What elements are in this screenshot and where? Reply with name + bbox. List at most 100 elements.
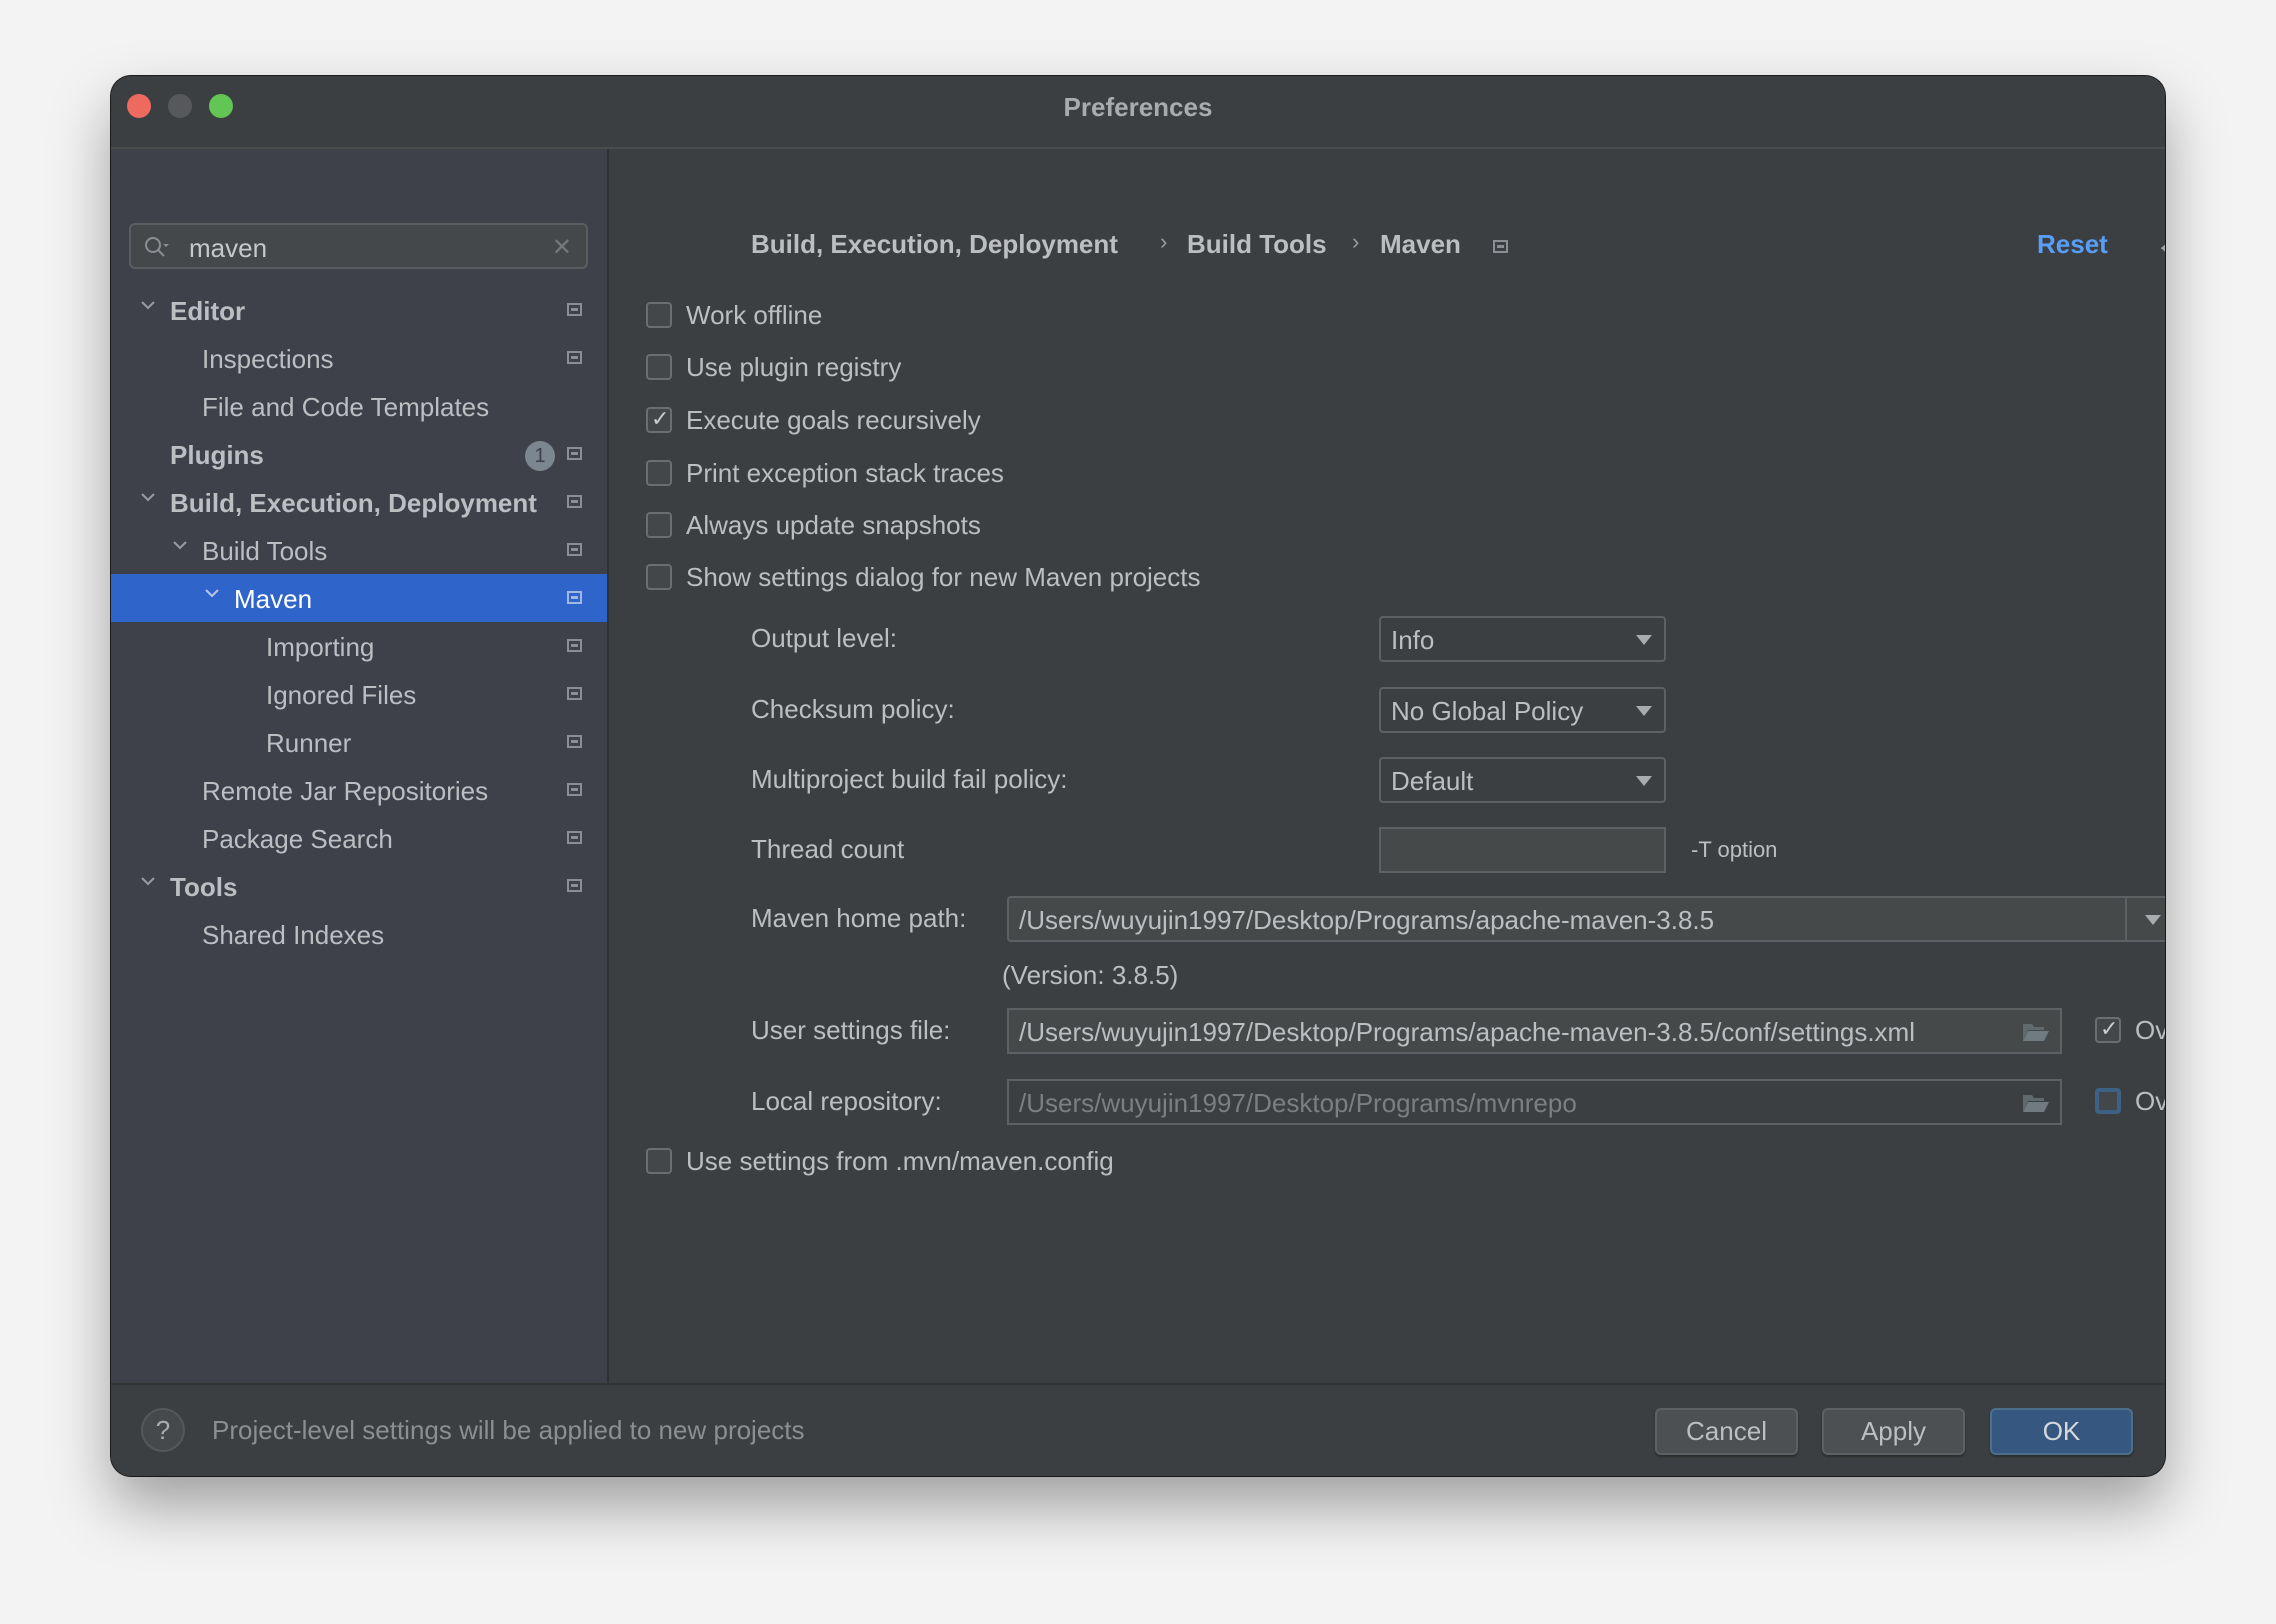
tree-item-label: Ignored Files <box>266 680 417 710</box>
tree-item-plugins[interactable]: Plugins 1 <box>111 430 607 478</box>
tree-item-label: Editor <box>170 296 246 326</box>
tree-item-editor[interactable]: Editor <box>111 286 607 334</box>
tree-item-label: Runner <box>266 728 352 758</box>
tree-item-label: Maven <box>234 584 313 614</box>
ok-button[interactable]: OK <box>1990 1408 2133 1455</box>
output-level-label: Output level: <box>751 623 897 653</box>
thread-count-label: Thread count <box>751 834 905 864</box>
chevron-down-icon[interactable] <box>138 295 158 315</box>
project-settings-icon <box>567 639 582 652</box>
tree-item-label: Shared Indexes <box>202 920 385 950</box>
dropdown-arrow-icon <box>1636 706 1652 716</box>
breadcrumb-maven: Maven <box>1380 229 1461 259</box>
checkbox-checked[interactable] <box>646 406 672 433</box>
search-icon <box>145 237 169 257</box>
local-repository-input[interactable]: /Users/wuyujin1997/Desktop/Programs/mvnr… <box>1007 1079 2062 1125</box>
plugins-update-badge: 1 <box>525 441 555 471</box>
clear-search-icon[interactable]: ✕ <box>552 233 572 262</box>
select-value: Default <box>1391 766 1474 796</box>
tree-item-label: Plugins <box>170 440 264 470</box>
project-settings-icon <box>567 351 582 364</box>
output-level-select[interactable]: Info <box>1379 616 1666 662</box>
tree-item-label: Tools <box>170 872 238 902</box>
breadcrumb-build-tools[interactable]: Build Tools <box>1187 229 1327 260</box>
maven-home-path-label: Maven home path: <box>751 903 967 933</box>
tree-item-runner[interactable]: Runner <box>111 718 607 766</box>
folder-icon[interactable] <box>2022 1022 2050 1042</box>
checkbox[interactable] <box>646 1148 672 1174</box>
back-arrow-icon[interactable]: ← <box>2155 227 2165 261</box>
project-settings-icon <box>567 735 582 748</box>
chevron-down-icon[interactable] <box>138 487 158 507</box>
tree-item-label: Package Search <box>202 824 393 854</box>
preferences-window: Preferences maven ✕ Editor Inspections F… <box>111 76 2165 1476</box>
maven-home-path-select[interactable]: /Users/wuyujin1997/Desktop/Programs/apac… <box>1007 896 2165 942</box>
window-title: Preferences <box>1063 92 1213 122</box>
checkbox[interactable] <box>646 302 672 328</box>
tree-item-build-execution-deployment[interactable]: Build, Execution, Deployment <box>111 478 607 526</box>
tree-item-label: Remote Jar Repositories <box>202 776 489 806</box>
help-icon[interactable]: ? <box>141 1408 185 1452</box>
user-settings-file-label: User settings file: <box>751 1015 951 1045</box>
input-value: /Users/wuyujin1997/Desktop/Programs/apac… <box>1019 1017 1915 1047</box>
title-bar: Preferences <box>111 76 2165 149</box>
input-value: /Users/wuyujin1997/Desktop/Programs/mvnr… <box>1019 1088 1577 1118</box>
tree-item-importing[interactable]: Importing <box>111 622 607 670</box>
checkbox[interactable] <box>646 354 672 380</box>
checksum-policy-select[interactable]: No Global Policy <box>1379 687 1666 733</box>
user-settings-file-input[interactable]: /Users/wuyujin1997/Desktop/Programs/apac… <box>1007 1008 2062 1054</box>
tree-item-shared-indexes[interactable]: Shared Indexes <box>111 910 607 958</box>
input-value: /Users/wuyujin1997/Desktop/Programs/apac… <box>1019 905 1715 935</box>
dropdown-arrow-icon <box>1636 776 1652 786</box>
dropdown-arrow-icon[interactable] <box>2145 915 2161 925</box>
project-settings-icon <box>567 879 582 892</box>
checkbox[interactable] <box>646 564 672 590</box>
thread-count-hint: -T option <box>1691 837 1778 862</box>
tree-item-package-search[interactable]: Package Search <box>111 814 607 862</box>
checkbox-label: Use plugin registry <box>686 352 902 382</box>
project-settings-icon <box>567 543 582 556</box>
project-settings-icon <box>1493 240 1508 253</box>
select-value: No Global Policy <box>1391 696 1584 726</box>
tree-item-label: Importing <box>266 632 375 662</box>
tree-item-maven[interactable]: Maven <box>111 574 607 622</box>
settings-search-input[interactable]: maven ✕ <box>129 223 588 269</box>
checkbox[interactable] <box>2095 1088 2121 1114</box>
checkbox-label: Execute goals recursively <box>686 405 981 435</box>
tree-item-file-and-code-templates[interactable]: File and Code Templates <box>111 382 607 430</box>
checkbox[interactable] <box>646 460 672 486</box>
cancel-button[interactable]: Cancel <box>1655 1408 1798 1455</box>
breadcrumb-separator: › <box>1160 229 1168 254</box>
project-settings-icon <box>567 687 582 700</box>
checkbox-label: Override <box>2135 1086 2165 1116</box>
checkbox-label: Work offline <box>686 300 823 330</box>
apply-button[interactable]: Apply <box>1822 1408 1965 1455</box>
tree-item-label: Build Tools <box>202 536 328 566</box>
search-value: maven <box>189 233 268 263</box>
folder-icon[interactable] <box>2022 1093 2050 1113</box>
thread-count-input[interactable] <box>1379 827 1666 873</box>
chevron-down-icon[interactable] <box>138 871 158 891</box>
tree-item-inspections[interactable]: Inspections <box>111 334 607 382</box>
footer-message: Project-level settings will be applied t… <box>212 1415 805 1445</box>
combo-divider <box>2125 898 2127 940</box>
checkbox-checked[interactable] <box>2095 1016 2121 1043</box>
breadcrumb-separator: › <box>1352 229 1360 254</box>
checkbox-label: Print exception stack traces <box>686 458 1004 488</box>
chevron-down-icon[interactable] <box>170 535 190 555</box>
tree-item-ignored-files[interactable]: Ignored Files <box>111 670 607 718</box>
tree-item-label: Inspections <box>202 344 334 374</box>
tree-item-remote-jar-repositories[interactable]: Remote Jar Repositories <box>111 766 607 814</box>
breadcrumb-build-execution-deployment[interactable]: Build, Execution, Deployment <box>751 229 1118 260</box>
tree-item-build-tools[interactable]: Build Tools <box>111 526 607 574</box>
reset-button[interactable]: Reset <box>2037 229 2108 260</box>
dropdown-arrow-icon <box>1636 635 1652 645</box>
fail-policy-select[interactable]: Default <box>1379 757 1666 803</box>
checkbox[interactable] <box>646 512 672 538</box>
project-settings-icon <box>567 447 582 460</box>
project-settings-icon <box>567 783 582 796</box>
chevron-down-icon[interactable] <box>202 583 222 603</box>
tree-item-label: Build, Execution, Deployment <box>170 488 537 518</box>
tree-item-tools[interactable]: Tools <box>111 862 607 910</box>
checkbox-label: Show settings dialog for new Maven proje… <box>686 562 1201 592</box>
